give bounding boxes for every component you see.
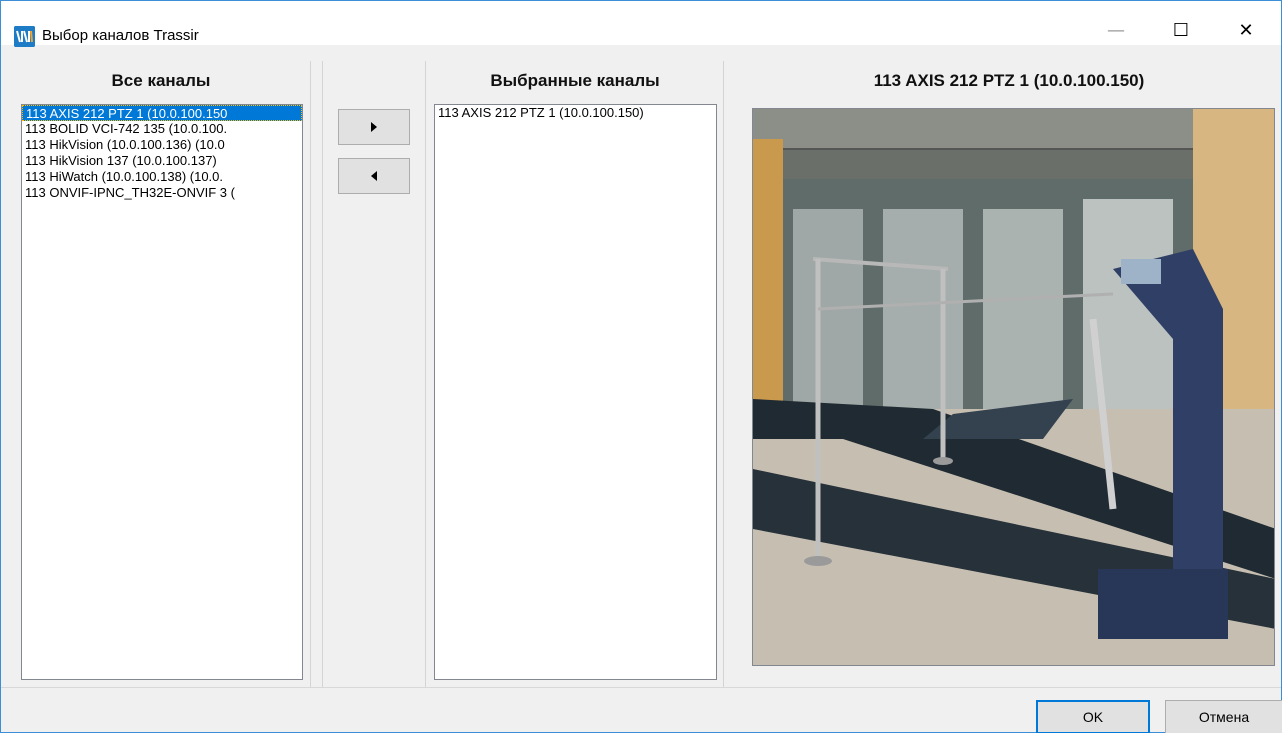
bottom-separator — [1, 687, 1281, 688]
dialog-window: Выбор каналов Trassir — ☐ ✕ Все каналы 1… — [0, 0, 1282, 733]
arrow-left-icon — [371, 171, 377, 181]
list-item[interactable]: 113 HiWatch (10.0.100.138) (10.0. — [22, 169, 302, 185]
list-item[interactable]: 113 BOLID VCI-742 135 (10.0.100. — [22, 121, 302, 137]
list-item[interactable]: 113 AXIS 212 PTZ 1 (10.0.100.150 — [22, 105, 302, 121]
move-buttons-frame — [322, 61, 426, 687]
list-item[interactable]: 113 AXIS 212 PTZ 1 (10.0.100.150) — [435, 105, 716, 121]
title-bar[interactable]: Выбор каналов Trassir — ☐ ✕ — [1, 1, 1281, 47]
all-channels-header: Все каналы — [111, 71, 211, 90]
list-item[interactable]: 113 HikVision 137 (10.0.100.137) — [22, 153, 302, 169]
maximize-button[interactable]: ☐ — [1158, 15, 1204, 45]
preview-title: 113 AXIS 212 PTZ 1 (10.0.100.150) — [873, 71, 1145, 90]
selected-channels-list[interactable]: 113 AXIS 212 PTZ 1 (10.0.100.150) — [434, 104, 717, 680]
close-icon: ✕ — [1238, 19, 1254, 41]
trassir-app-icon — [14, 26, 35, 47]
camera-preview-image — [752, 108, 1275, 666]
close-button[interactable]: ✕ — [1223, 15, 1269, 45]
selected-channels-header: Выбранные каналы — [490, 71, 660, 90]
ok-button[interactable]: OK — [1036, 700, 1150, 733]
minimize-button[interactable]: — — [1093, 15, 1139, 45]
cancel-button[interactable]: Отмена — [1165, 700, 1282, 733]
all-channels-list[interactable]: 113 AXIS 212 PTZ 1 (10.0.100.150 113 BOLI… — [21, 104, 303, 680]
arrow-right-icon — [371, 122, 377, 132]
maximize-icon: ☐ — [1172, 19, 1190, 41]
remove-channel-button[interactable] — [338, 158, 410, 194]
add-channel-button[interactable] — [338, 109, 410, 145]
minimize-icon: — — [1107, 19, 1125, 41]
window-title: Выбор каналов Trassir — [42, 27, 199, 44]
list-item[interactable]: 113 HikVision (10.0.100.136) (10.0 — [22, 137, 302, 153]
list-item[interactable]: 113 ONVIF-IPNC_TH32E-ONVIF 3 ( — [22, 185, 302, 201]
